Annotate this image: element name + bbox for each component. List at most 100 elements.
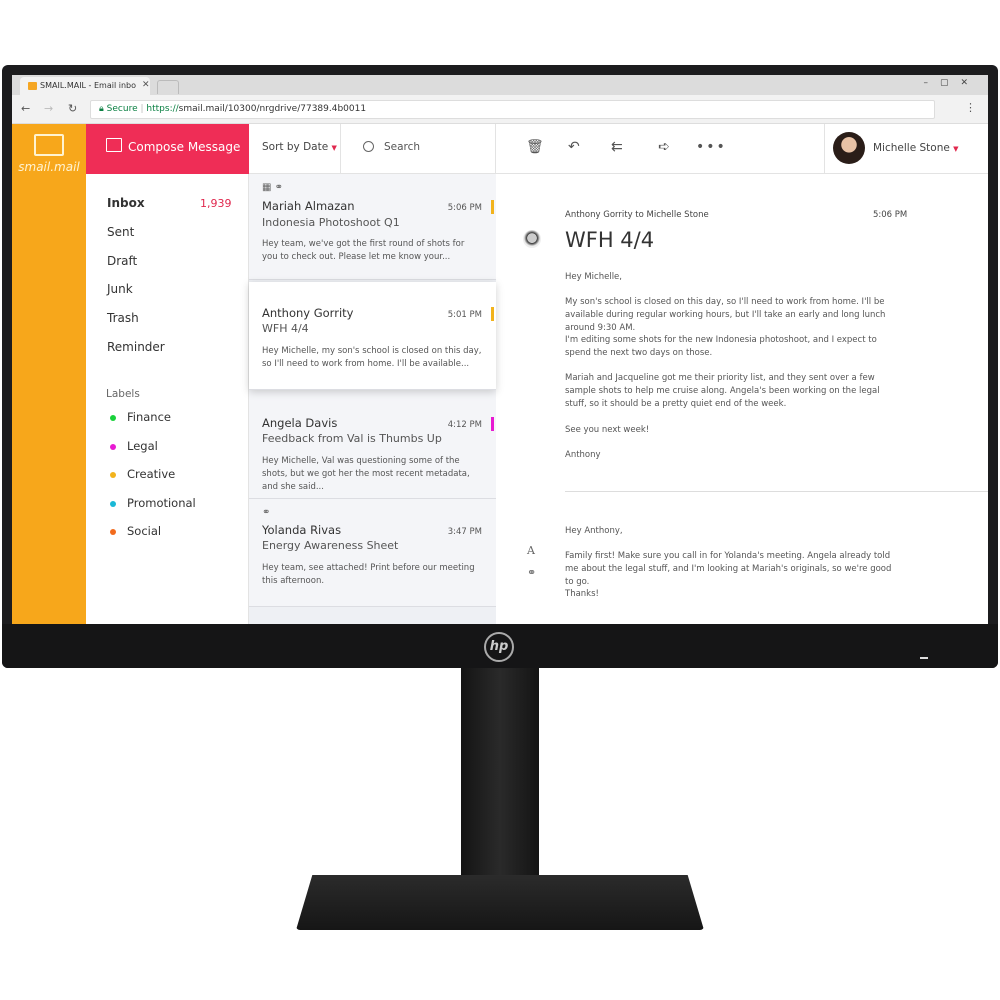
- nav-draft[interactable]: Draft: [107, 254, 137, 268]
- favicon-icon: [28, 82, 37, 90]
- forward-icon[interactable]: ➪: [658, 139, 670, 155]
- body-paragraph: My son's school is closed on this day, s…: [565, 297, 886, 333]
- link-icon: ⚭: [262, 507, 271, 518]
- nav-trash[interactable]: Trash: [107, 311, 139, 325]
- nav-reminder[interactable]: Reminder: [107, 340, 165, 354]
- lock-icon: 🔒︎: [99, 104, 104, 114]
- tab-bar: SMAIL.MAIL - Email inbo ✕ –▢✕: [12, 75, 988, 95]
- forward-icon[interactable]: →: [44, 102, 53, 115]
- message-subject: Feedback from Val is Thumbs Up: [262, 432, 442, 445]
- screen: SMAIL.MAIL - Email inbo ✕ –▢✕ ← → ↻ 🔒︎ S…: [12, 75, 988, 624]
- body-paragraph: Anthony: [565, 450, 601, 460]
- logo-text: smail.mail: [18, 160, 80, 174]
- monitor-stand-base: [296, 875, 704, 930]
- nav-junk[interactable]: Junk: [107, 282, 133, 296]
- calendar-icon: ▦ ⚭: [262, 182, 284, 193]
- labels-heading: Labels: [106, 388, 140, 400]
- back-icon[interactable]: ←: [21, 102, 30, 115]
- nav-inbox[interactable]: Inbox: [107, 196, 145, 210]
- brand-sidebar: smail.mail: [12, 124, 86, 624]
- message-subject: Indonesia Photoshoot Q1: [262, 216, 400, 229]
- search-icon: [363, 141, 374, 152]
- compose-label: Compose Message: [128, 140, 241, 154]
- caret-down-icon: ▼: [331, 144, 337, 152]
- divider: [565, 491, 988, 492]
- compose-icon: [106, 138, 122, 152]
- message-item-selected[interactable]: Anthony Gorrity 5:01 PM WFH 4/4 Hey Mich…: [249, 282, 496, 390]
- message-subject: Energy Awareness Sheet: [262, 539, 399, 552]
- folder-nav: Inbox 1,939 Sent Draft Junk Trash Remind…: [86, 174, 249, 624]
- address-bar: ← → ↻ 🔒︎ Secure | https://smail.mail/103…: [12, 95, 988, 124]
- tag-bar: [491, 307, 494, 321]
- reply-paragraph[interactable]: Family first! Make sure you call in for …: [565, 550, 900, 589]
- message-toolbar: 🗑︎ ↶ ⇇ ➪ •••: [496, 124, 825, 174]
- mail-app: smail.mail Compose Message Sort by Date …: [12, 124, 988, 624]
- more-icon[interactable]: •••: [696, 139, 727, 155]
- label-social[interactable]: Social: [127, 524, 161, 538]
- promotional-dot: [110, 501, 116, 507]
- reload-icon[interactable]: ↻: [68, 102, 77, 115]
- message-time: 3:47 PM: [447, 527, 482, 537]
- message-time: 5:06 PM: [447, 203, 482, 213]
- avatar: [833, 132, 865, 164]
- reply-paragraph[interactable]: Thanks!: [565, 588, 900, 601]
- close-tab-icon[interactable]: ✕: [142, 80, 150, 90]
- search-placeholder: Search: [384, 141, 421, 153]
- logo-icon: [34, 134, 64, 156]
- new-tab-button[interactable]: [157, 80, 179, 94]
- url-scheme: https://: [146, 104, 179, 114]
- attach-link-icon[interactable]: ⚭: [527, 566, 536, 579]
- body-paragraph: Mariah and Jacqueline got me their prior…: [565, 373, 880, 409]
- creative-dot: [110, 472, 116, 478]
- sort-dropdown[interactable]: Sort by Date ▼: [249, 124, 341, 174]
- secure-label: Secure: [106, 104, 138, 114]
- search-input[interactable]: Search: [341, 124, 496, 174]
- browser-menu-icon[interactable]: ⋮: [965, 101, 976, 114]
- message-preview: Hey Michelle, Val was questioning some o…: [262, 456, 470, 492]
- url-path: smail.mail/10300/nrgdrive/77389.4b0011: [178, 104, 367, 114]
- nav-sent[interactable]: Sent: [107, 225, 134, 239]
- message-item[interactable]: Angela Davis 4:12 PM Feedback from Val i…: [249, 390, 496, 499]
- url-input[interactable]: 🔒︎ Secure | https://smail.mail/10300/nrg…: [90, 100, 935, 119]
- sender-avatar: [523, 230, 541, 248]
- inbox-count: 1,939: [200, 197, 232, 210]
- text-format-icon[interactable]: A: [527, 544, 535, 557]
- label-finance[interactable]: Finance: [127, 410, 171, 424]
- trash-icon[interactable]: 🗑︎: [526, 139, 544, 155]
- message-sender: Anthony Gorrity: [262, 306, 354, 320]
- message-preview: Hey team, we've got the first round of s…: [262, 239, 465, 262]
- tag-bar: [491, 200, 494, 214]
- message-time: 5:06 PM: [873, 210, 908, 220]
- legal-dot: [110, 444, 116, 450]
- monitor-stand-neck: [461, 668, 539, 890]
- compose-button[interactable]: Compose Message: [86, 124, 249, 174]
- reading-pane: Anthony Gorrity to Michelle Stone 5:06 P…: [496, 174, 988, 624]
- body-paragraph: See you next week!: [565, 425, 650, 435]
- label-creative[interactable]: Creative: [127, 467, 175, 481]
- label-promotional[interactable]: Promotional: [127, 496, 196, 510]
- message-sender: Angela Davis: [262, 416, 338, 430]
- message-preview: Hey Michelle, my son's school is closed …: [262, 346, 482, 369]
- tag-bar: [491, 417, 494, 431]
- message-time: 5:01 PM: [447, 310, 482, 320]
- window-controls[interactable]: –▢✕: [923, 78, 980, 88]
- message-subject: WFH 4/4: [565, 228, 655, 252]
- user-menu[interactable]: Michelle Stone ▼: [825, 124, 988, 174]
- reply-all-icon[interactable]: ⇇: [611, 139, 623, 155]
- message-time: 4:12 PM: [447, 420, 482, 430]
- body-paragraph: Hey Michelle,: [565, 272, 622, 282]
- reply-icon[interactable]: ↶: [568, 139, 580, 155]
- tab-title: SMAIL.MAIL - Email inbo: [40, 81, 136, 90]
- caret-down-icon: ▼: [953, 145, 959, 153]
- finance-dot: [110, 415, 116, 421]
- message-item[interactable]: ⚭ Yolanda Rivas 3:47 PM Energy Awareness…: [249, 499, 496, 607]
- browser-tab[interactable]: SMAIL.MAIL - Email inbo ✕: [20, 77, 150, 95]
- label-legal[interactable]: Legal: [127, 439, 158, 453]
- reply-paragraph[interactable]: Hey Anthony,: [565, 525, 900, 538]
- message-subject: WFH 4/4: [262, 322, 309, 335]
- sort-label: Sort by Date: [262, 141, 329, 153]
- hp-logo: hp: [484, 632, 514, 662]
- message-preview: Hey team, see attached! Print before our…: [262, 563, 475, 586]
- message-item[interactable]: ▦ ⚭ Mariah Almazan 5:06 PM Indonesia Pho…: [249, 174, 496, 280]
- message-sender: Yolanda Rivas: [262, 523, 342, 537]
